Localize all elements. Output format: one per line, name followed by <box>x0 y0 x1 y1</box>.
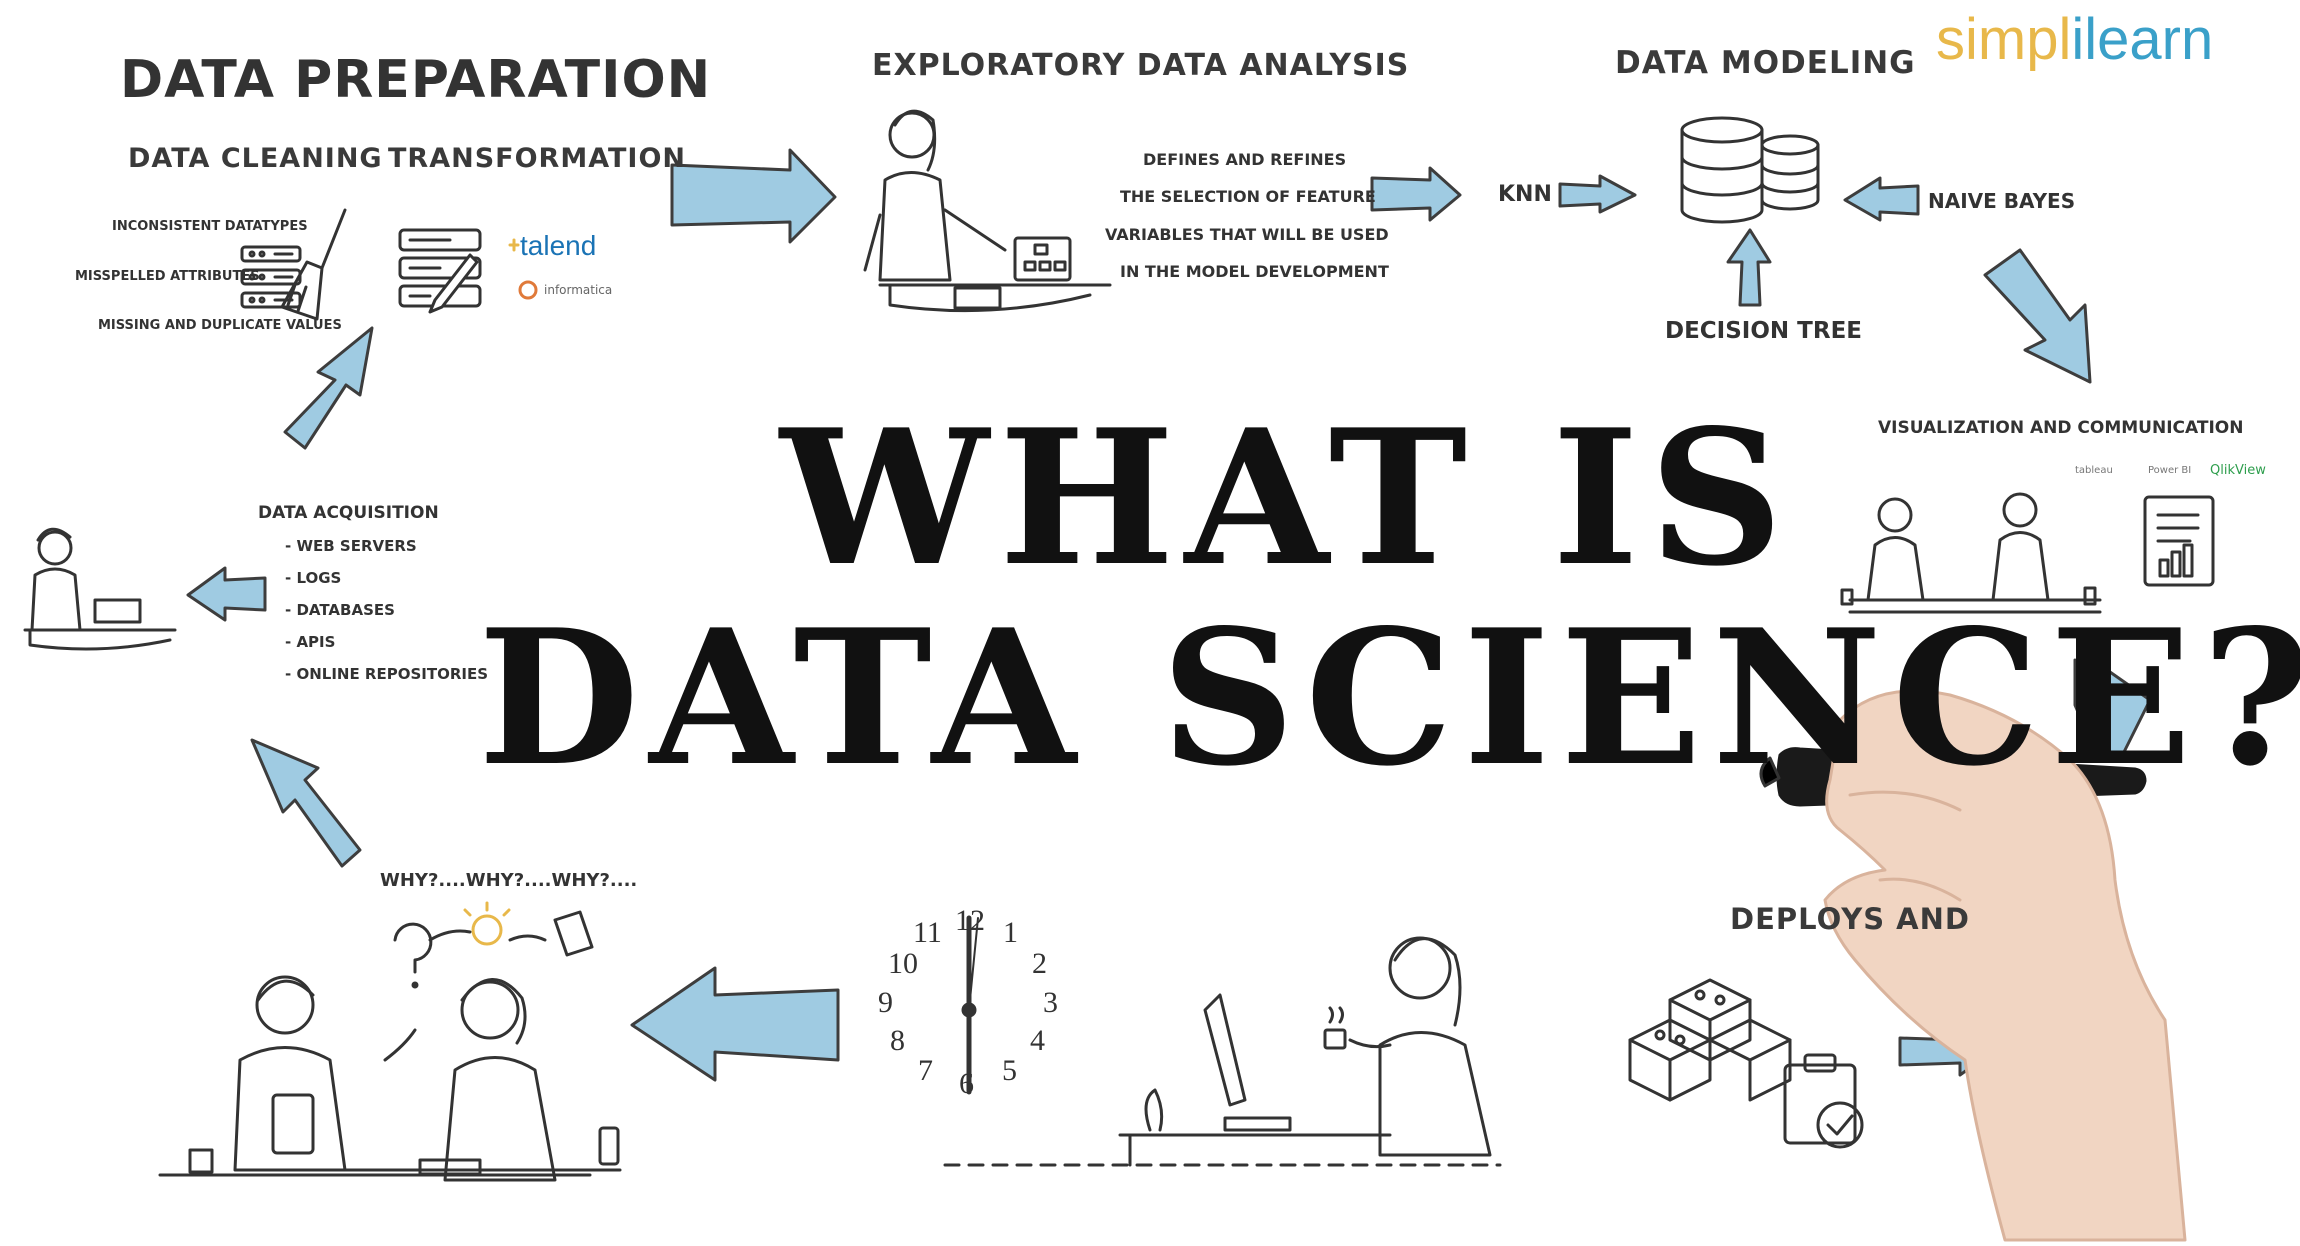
clock-number: 3 <box>1043 986 1058 1019</box>
arrow-right-prep-to-eda <box>670 148 837 244</box>
clock-number: 10 <box>888 947 918 980</box>
acquisition-woman-figure <box>23 527 177 651</box>
arrow-up-decision-tree-to-db <box>1726 228 1772 307</box>
clock-number: 5 <box>1002 1054 1017 1087</box>
naive-bayes-label: NAIVE BAYES <box>1928 189 2076 213</box>
arrow-left-clock-to-why <box>630 966 840 1082</box>
clock-number: 11 <box>913 916 942 949</box>
knn-label: KNN <box>1498 182 1552 207</box>
decision-tree-label: DECISION TREE <box>1665 318 1862 344</box>
report-chart-icon <box>2143 495 2215 587</box>
clipboard-check-icon <box>1783 1053 1864 1149</box>
eda-title: EXPLORATORY DATA ANALYSIS <box>872 48 1410 83</box>
viz-tool-qlikview: QlikView <box>2210 463 2266 478</box>
clock-number: 4 <box>1030 1024 1045 1057</box>
informatica-logo-mark <box>518 280 538 300</box>
eda-line-2: THE SELECTION OF FEATURE <box>1120 187 1376 206</box>
acquisition-source: WEB SERVERS <box>285 530 488 562</box>
arrow-down-modeling-to-visualization <box>1983 248 2092 384</box>
transformation-title: TRANSFORMATION <box>388 143 687 174</box>
simplilearn-logo: simplilearn <box>1936 6 2213 73</box>
cleaning-item-3: MISSING AND DUPLICATE VALUES <box>98 318 342 333</box>
clock-face <box>943 915 1502 1167</box>
clock-number: 9 <box>878 986 893 1019</box>
logo-part-2: ilearn <box>2071 7 2214 72</box>
transformation-doc-icon <box>398 228 482 314</box>
desk-worker-figure <box>1118 936 1492 1167</box>
deploy-blocks-icon <box>1628 978 1792 1102</box>
clock-number: 8 <box>890 1024 905 1057</box>
illustration: 12 1 2 3 4 5 6 7 8 9 10 11 simplilearn D… <box>0 0 2300 1246</box>
database-icon <box>1680 116 1820 224</box>
viz-tool-tableau: tableau <box>2075 465 2113 476</box>
acquisition-source: LOGS <box>285 562 488 594</box>
headline-line-2: DATA SCIENCE? <box>478 588 2300 807</box>
acquisition-source-list: WEB SERVERS LOGS DATABASES APIS ONLINE R… <box>285 530 488 690</box>
acquisition-source: DATABASES <box>285 594 488 626</box>
clock-number: 7 <box>918 1054 933 1087</box>
headline-line-1: WHAT IS <box>780 388 1794 607</box>
data-acquisition-title: DATA ACQUISITION <box>258 503 439 523</box>
clock-number: 1 <box>1003 916 1018 949</box>
data-modeling-title: DATA MODELING <box>1615 45 1916 81</box>
presenter-woman-figure <box>863 109 1112 313</box>
arrow-up-why-to-acquisition <box>250 738 362 868</box>
clock-number: 2 <box>1032 947 1047 980</box>
why-meeting-figures <box>158 901 622 1182</box>
logo-part-1: simpl <box>1936 7 2072 72</box>
arrow-right-eda-to-knn <box>1370 166 1462 222</box>
cleaning-item-1: INCONSISTENT DATATYPES <box>112 219 308 234</box>
arrow-right-knn-to-db <box>1558 174 1637 214</box>
arrow-up-cleaning <box>283 326 374 450</box>
clock-number: 6 <box>959 1067 974 1100</box>
data-cleaning-title: DATA CLEANING <box>128 143 383 174</box>
clock-number: 12 <box>955 904 985 937</box>
why-caption: WHY?....WHY?....WHY?.... <box>380 870 638 891</box>
data-preparation-title: DATA PREPARATION <box>120 50 712 110</box>
visualization-title: VISUALIZATION AND COMMUNICATION <box>1878 418 2244 438</box>
talend-logo-mark <box>508 238 520 252</box>
eda-line-4: IN THE MODEL DEVELOPMENT <box>1120 262 1389 281</box>
talend-tool-label: talend <box>520 230 597 261</box>
acquisition-source: APIS <box>285 626 488 658</box>
eda-line-3: VARIABLES THAT WILL BE USED <box>1105 225 1389 244</box>
cleaning-item-2: MISSPELLED ATTRIBUTES <box>75 269 260 284</box>
eda-line-1: DEFINES AND REFINES <box>1143 150 1347 169</box>
arrow-left-to-acquisition-figure <box>186 566 267 622</box>
viz-tool-powerbi: Power BI <box>2148 465 2192 476</box>
informatica-tool-label: informatica <box>544 283 613 297</box>
acquisition-source: ONLINE REPOSITORIES <box>285 658 488 690</box>
deploys-title: DEPLOYS AND <box>1730 902 1970 936</box>
arrow-left-naive-bayes-to-db <box>1843 176 1920 222</box>
